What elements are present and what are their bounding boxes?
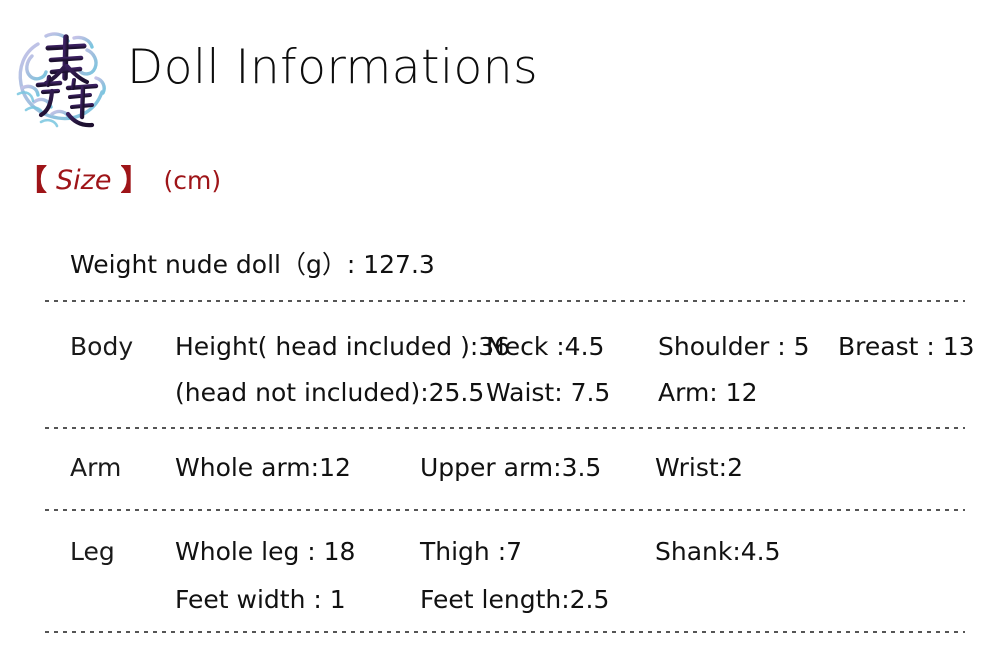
table-row-weight: Weight nude doll（g）: 127.3: [45, 232, 965, 300]
leg-shank: Shank:4.5: [655, 537, 781, 566]
row-label-leg: Leg: [70, 537, 115, 566]
table-row-leg: Leg Whole leg : 18 Thigh :7 Shank:4.5 Fe…: [45, 511, 965, 631]
weight-value: Weight nude doll（g）: 127.3: [70, 250, 435, 279]
row-divider: [45, 631, 965, 633]
body-arm: Arm: 12: [658, 378, 758, 407]
table-row-arm: Arm Whole arm:12 Upper arm:3.5 Wrist:2: [45, 429, 965, 509]
body-shoulder: Shoulder : 5: [658, 332, 810, 361]
page-header: Doll Informations: [0, 0, 994, 140]
leg-whole-leg: Whole leg : 18: [175, 537, 356, 566]
arm-wrist: Wrist:2: [655, 453, 743, 482]
size-unit-label: (cm): [163, 165, 222, 195]
arm-whole-arm: Whole arm:12: [175, 453, 351, 482]
body-waist: Waist: 7.5: [486, 378, 611, 407]
row-label-arm: Arm: [70, 453, 122, 482]
table-row-body: Body Height( head included ):36 (head no…: [45, 302, 975, 427]
size-label: Size: [56, 164, 112, 196]
size-section-heading: 【 Size 】 (cm): [18, 160, 221, 200]
arm-upper-arm: Upper arm:3.5: [420, 453, 602, 482]
body-height-with-head: Height( head included ):36: [175, 332, 511, 361]
leg-thigh: Thigh :7: [420, 537, 523, 566]
leg-feet-length: Feet length:2.5: [420, 585, 610, 614]
bracket-left-icon: 【: [18, 162, 48, 197]
dongfangyun-logo-icon: [8, 22, 116, 132]
row-label-body: Body: [70, 332, 134, 361]
body-height-without-head: (head not included):25.5: [175, 378, 485, 407]
leg-feet-width: Feet width : 1: [175, 585, 346, 614]
specification-table: Weight nude doll（g）: 127.3 Body Height( …: [45, 232, 975, 633]
body-neck: Neck :4.5: [486, 332, 605, 361]
page-title: Doll Informations: [127, 40, 539, 95]
body-breast: Breast : 13: [838, 332, 975, 361]
bracket-right-icon: 】: [120, 162, 150, 197]
